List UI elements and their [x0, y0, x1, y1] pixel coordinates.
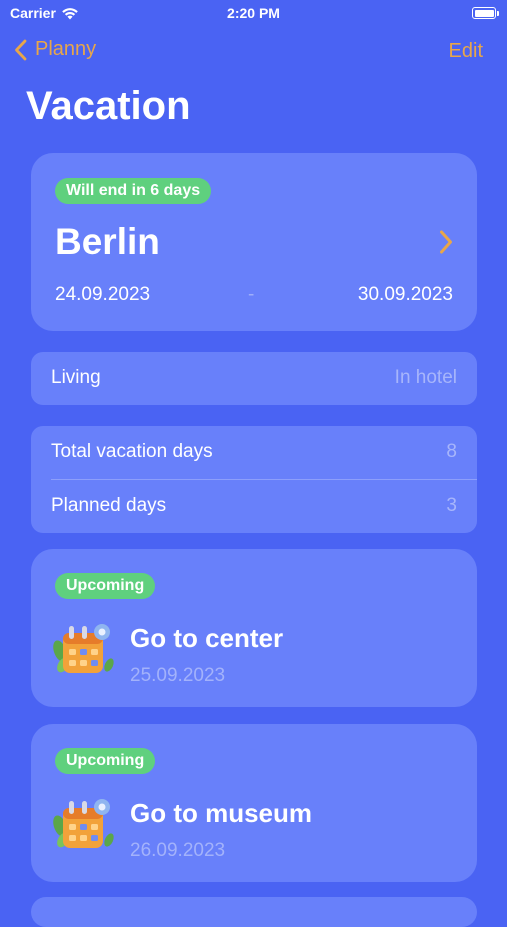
- event-title: Go to center: [130, 623, 284, 653]
- event-date: 25.09.2023: [130, 665, 226, 686]
- event-status-badge: Upcoming: [55, 573, 156, 599]
- page-title: Vacation: [26, 84, 191, 128]
- calendar-icon: [53, 799, 114, 848]
- event-card[interactable]: Upcoming Go to museum 26.09.2023: [31, 724, 477, 882]
- total-days-value: 8: [446, 441, 457, 462]
- living-label: Living: [51, 367, 101, 388]
- event-title: Go to museum: [130, 798, 313, 828]
- status-bar: Carrier 2:20 PM: [0, 0, 507, 28]
- planned-days-value: 3: [446, 495, 457, 516]
- row-divider: [51, 479, 477, 480]
- end-date: 30.09.2023: [357, 284, 453, 305]
- event-status-badge: Upcoming: [55, 748, 156, 774]
- calendar-icon: [53, 624, 114, 673]
- event-card[interactable]: Upcoming Go to center 25.09.2023: [31, 549, 477, 707]
- living-value: In hotel: [394, 367, 457, 388]
- start-date: 24.09.2023: [55, 284, 151, 305]
- vacation-card[interactable]: Will end in 6 days Berlin 24.09.2023 - 3…: [31, 153, 477, 331]
- vacation-stats: Total vacation days 8 Planned days 3: [31, 426, 477, 533]
- back-button[interactable]: Planny: [14, 38, 96, 61]
- chevron-right-icon[interactable]: [439, 230, 453, 254]
- city-name: Berlin: [55, 221, 160, 262]
- event-date: 26.09.2023: [130, 840, 226, 861]
- status-time: 2:20 PM: [227, 5, 280, 21]
- status-badge: Will end in 6 days: [55, 178, 212, 204]
- edit-button[interactable]: Edit: [449, 40, 483, 63]
- battery-icon: [472, 7, 499, 19]
- total-days-label: Total vacation days: [51, 441, 213, 462]
- date-separator: -: [248, 284, 255, 305]
- living-row[interactable]: Living In hotel: [31, 352, 477, 405]
- planned-days-label: Planned days: [51, 495, 167, 516]
- chevron-left-icon: [15, 39, 27, 60]
- back-button-label: Planny: [35, 38, 97, 60]
- event-card-partial[interactable]: [31, 897, 477, 927]
